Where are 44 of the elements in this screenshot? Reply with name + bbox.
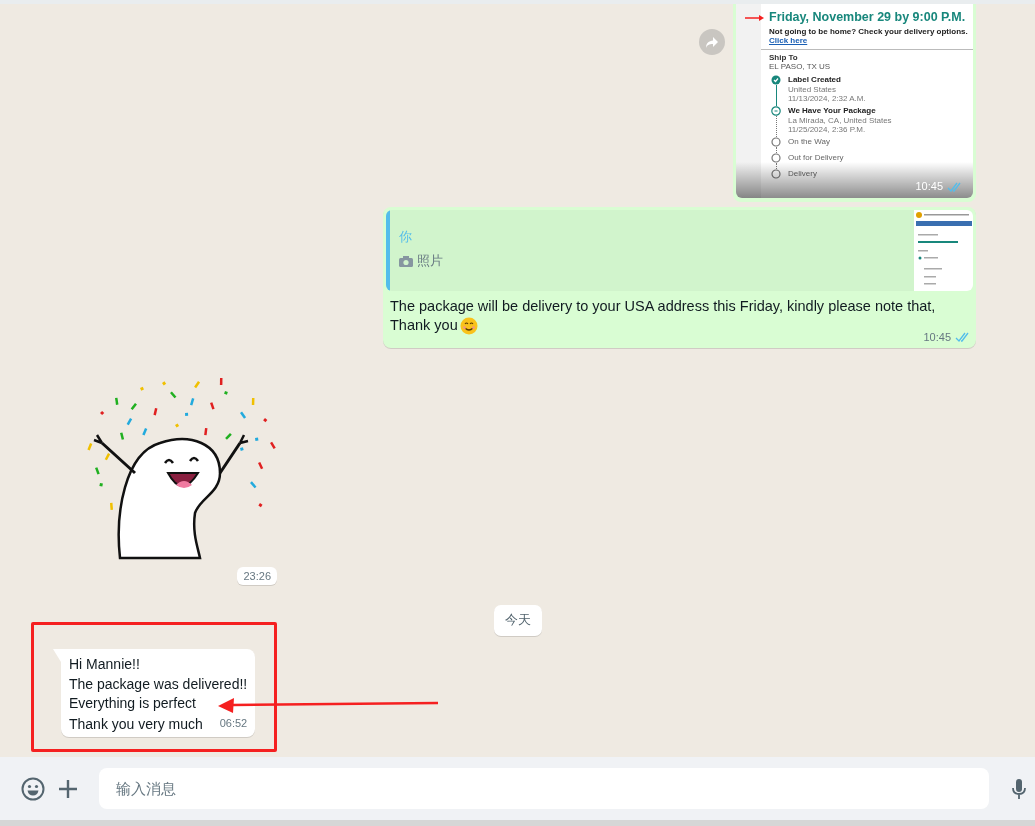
step-detail: 11/25/2024, 2:36 P.M. [788,125,867,134]
step-title: On the Way [788,137,830,147]
message-text: The package was delivered!! [69,674,248,694]
message-text: Everything is perfect [69,694,197,713]
message-time: 10:45 [915,180,943,192]
step-title: We Have Your Package [788,106,877,116]
smiley-icon [21,776,45,801]
message-input[interactable]: 输入消息 [99,768,989,809]
annotation-arrow [745,14,764,22]
smiling-face-icon [459,316,478,335]
delivery-date: Friday, November 29 by 9:00 P.M. [769,10,967,24]
empty-circle-icon [771,169,781,179]
delivery-note: Not going to be home? Check your delivery options. [769,27,968,36]
message-time: 06:52 [219,715,248,731]
current-step-icon [771,106,781,116]
message-text: The package will be delivery to your USA address this Friday, kindly please note that, [390,297,937,316]
step-title: Label Created [788,75,842,85]
microphone-icon [1011,777,1027,800]
forward-icon [705,35,719,49]
message-text: Hi Mannie!! [69,655,141,674]
emoji-button[interactable] [21,776,45,801]
media-label: 照片 [417,252,443,270]
click-here-link[interactable]: Click here [769,36,808,45]
plus-icon [57,777,79,800]
step-detail: 11/13/2024, 2:32 A.M. [788,94,866,103]
image-message[interactable] [733,4,976,202]
check-circle-icon [771,75,781,85]
step-detail: United States [788,85,838,94]
ship-to-address: EL PASO, TX US [769,62,832,71]
quote-author: 你 [399,228,413,246]
step-detail: La Mirada, CA, United States [788,116,892,125]
step-title: Delivery [788,169,817,179]
microphone-button[interactable] [1011,777,1027,800]
empty-circle-icon [771,137,781,147]
message-time: 10:45 [923,331,951,343]
message-text: Thank you [390,316,458,335]
ship-to-label: Ship To [769,53,799,62]
empty-circle-icon [771,153,781,163]
message-time: 23:26 [237,567,277,585]
attach-button[interactable] [57,777,79,800]
camera-icon [399,255,413,267]
quoted-message[interactable]: 你 照片 [386,210,973,291]
message-text: Thank you very much [69,714,203,734]
step-title: Out for Delivery [788,153,844,163]
